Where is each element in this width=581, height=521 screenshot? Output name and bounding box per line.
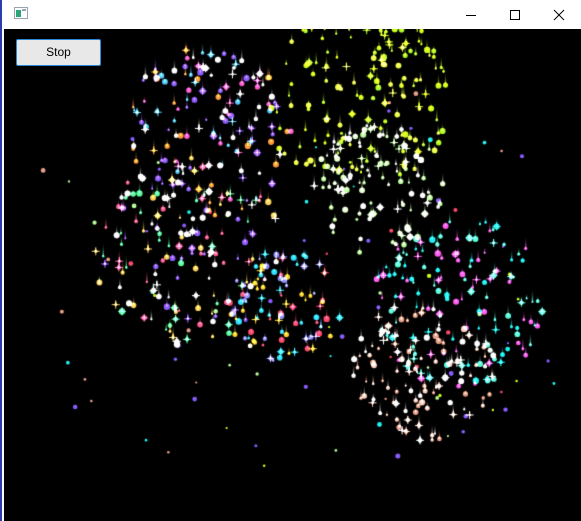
close-button[interactable] — [537, 0, 581, 29]
maximize-icon — [510, 9, 520, 20]
fireworks-canvas[interactable] — [4, 29, 581, 521]
app-window: Stop — [0, 0, 581, 521]
stop-button[interactable]: Stop — [16, 39, 101, 66]
title-bar[interactable] — [4, 0, 581, 29]
fireworks-canvas-area[interactable]: Stop — [4, 29, 581, 521]
close-icon — [553, 9, 565, 20]
minimize-icon — [466, 14, 476, 16]
minimize-button[interactable] — [449, 0, 493, 29]
maximize-button[interactable] — [493, 0, 537, 29]
app-icon — [14, 7, 28, 19]
